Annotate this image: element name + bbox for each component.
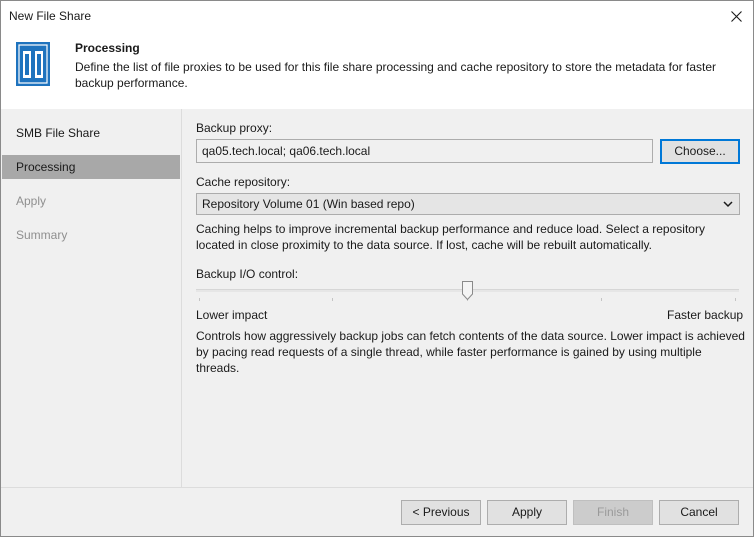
finish-button: Finish: [573, 500, 653, 525]
close-button[interactable]: [719, 1, 753, 32]
cache-repository-select[interactable]: Repository Volume 01 (Win based repo): [196, 193, 740, 215]
nav-item-smb-file-share[interactable]: SMB File Share: [2, 121, 180, 145]
close-icon: [730, 11, 742, 22]
nav-item-apply: Apply: [16, 194, 47, 208]
cache-repository-value: Repository Volume 01 (Win based repo): [202, 197, 415, 211]
file-share-icon: [16, 42, 50, 86]
processing-panel: Backup proxy: qa05.tech.local; qa06.tech…: [182, 109, 753, 487]
new-file-share-window: New File Share Processing Define the lis…: [0, 0, 754, 537]
step-description: Define the list of file proxies to be us…: [75, 60, 717, 90]
wizard-footer: < Previous Apply Finish Cancel: [1, 487, 753, 536]
lower-impact-label: Lower impact: [196, 308, 268, 322]
io-control-help: Controls how aggressively backup jobs ca…: [196, 329, 745, 375]
cancel-button[interactable]: Cancel: [659, 500, 739, 525]
previous-button[interactable]: < Previous: [401, 500, 481, 525]
cache-repository-help: Caching helps to improve incremental bac…: [196, 222, 705, 252]
nav-item-processing[interactable]: Processing: [2, 155, 180, 179]
slider-tick: [332, 298, 333, 301]
apply-button[interactable]: Apply: [487, 500, 567, 525]
slider-tick: [199, 298, 200, 301]
window-title: New File Share: [9, 9, 92, 23]
slider-tick: [735, 298, 736, 301]
backup-proxy-field[interactable]: qa05.tech.local; qa06.tech.local: [196, 139, 653, 163]
backup-proxy-label: Backup proxy:: [196, 121, 273, 135]
chevron-down-icon: [723, 201, 733, 208]
slider-thumb-icon[interactable]: [462, 281, 473, 300]
faster-backup-label: Faster backup: [667, 308, 744, 322]
slider-tick: [601, 298, 602, 301]
choose-proxy-button[interactable]: Choose...: [660, 139, 740, 164]
backup-io-control-label: Backup I/O control:: [196, 267, 299, 281]
wizard-header: Processing Define the list of file proxi…: [1, 32, 753, 109]
step-title: Processing: [75, 41, 140, 55]
nav-item-summary: Summary: [16, 228, 68, 242]
cache-repository-label: Cache repository:: [196, 175, 291, 189]
title-bar: New File Share: [1, 1, 753, 32]
wizard-steps-nav: SMB File Share Processing Apply Summary: [1, 109, 182, 487]
